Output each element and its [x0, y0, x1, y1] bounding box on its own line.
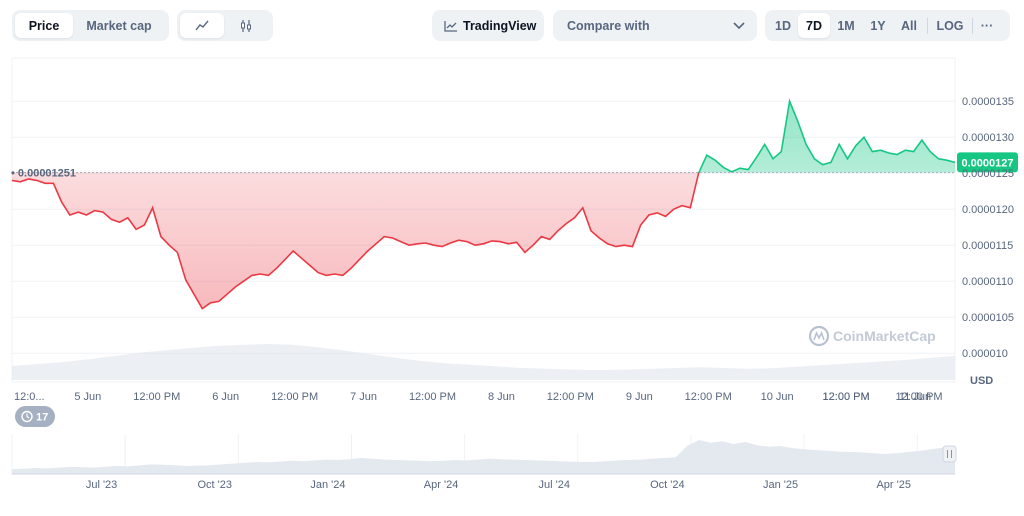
coinmarketcap-logo-icon: [808, 325, 830, 347]
volume-area: [12, 344, 955, 380]
x-tick-label: 9 Jun: [626, 391, 653, 403]
history-badge: [15, 406, 55, 427]
y-tick-label: 0.0000115: [962, 240, 1013, 252]
x-tick-label: 10 Jun: [761, 391, 794, 403]
navigator-tick-label: Jan '25: [763, 479, 798, 491]
navigator-tick-label: Apr '24: [424, 479, 459, 491]
x-tick-label: 5 Jun: [74, 391, 101, 403]
navigator-tick-label: Jul '23: [86, 479, 117, 491]
y-tick-label: 0.000010: [962, 348, 1008, 360]
watermark-text: CoinMarketCap: [833, 328, 936, 344]
x-axis: 12:0... 5 Jun 12:00 PM 6 Jun 12:00 PM 7 Jun 12…: [14, 391, 943, 403]
y-tick-label: 0.0000125: [962, 168, 1014, 180]
watermark: CoinMarketCap: [808, 325, 936, 347]
x-tick-label: 6 Jun: [212, 391, 239, 403]
y-tick-label: 0.0000105: [962, 312, 1014, 324]
navigator-tick-label: Jul '24: [538, 479, 569, 491]
x-tick-label: 8 Jun: [488, 391, 515, 403]
price-chart: • 0.000012510.0000127 0.00001350.0000130…: [11, 57, 1018, 491]
volume-shape: [12, 344, 955, 380]
y-tick-label: 0.0000110: [962, 276, 1013, 288]
coinmarketcap-logo-mark: [813, 330, 825, 341]
price-areas: [12, 101, 955, 309]
x-tick-label: 12:00 PM: [823, 391, 870, 403]
x-tick-label: 7 Jun: [350, 391, 377, 403]
y-tick-label: 0.0000120: [962, 204, 1014, 216]
navigator[interactable]: Jul '23 Oct '23 Jan '24 Apr '24 Jul '24 Oct '…: [11, 406, 957, 491]
currency-label: USD: [970, 375, 993, 387]
x-tick-label: 12:00 PM: [895, 391, 942, 403]
x-tick-label: 12:00 PM: [409, 391, 456, 403]
navigator-tick-label: Oct '23: [197, 479, 232, 491]
x-tick-label: 12:00 PM: [685, 391, 732, 403]
x-tick-label: 12:00 PM: [547, 391, 594, 403]
history-badge-label: 17: [36, 412, 48, 424]
navigator-tick-label: Jan '24: [310, 479, 345, 491]
navigator-handle: [942, 445, 957, 463]
baseline-label: • 0.00001251: [11, 167, 76, 179]
y-axis: 0.0000135 0.0000130 0.0000125 0.0000120 0.00…: [962, 96, 1014, 387]
y-tick-label: 0.0000135: [962, 96, 1014, 108]
navigator-tick-label: Apr '25: [876, 479, 911, 491]
navigator-tick-label: Oct '24: [650, 479, 685, 491]
navigator-area: [12, 440, 955, 474]
x-tick-label: 12:0...: [14, 391, 45, 403]
y-tick-label: 0.0000130: [962, 132, 1014, 144]
x-tick-label: 12:00 PM: [271, 391, 318, 403]
x-tick-label: 12:00 PM: [133, 391, 180, 403]
area-below-baseline: [12, 172, 955, 309]
